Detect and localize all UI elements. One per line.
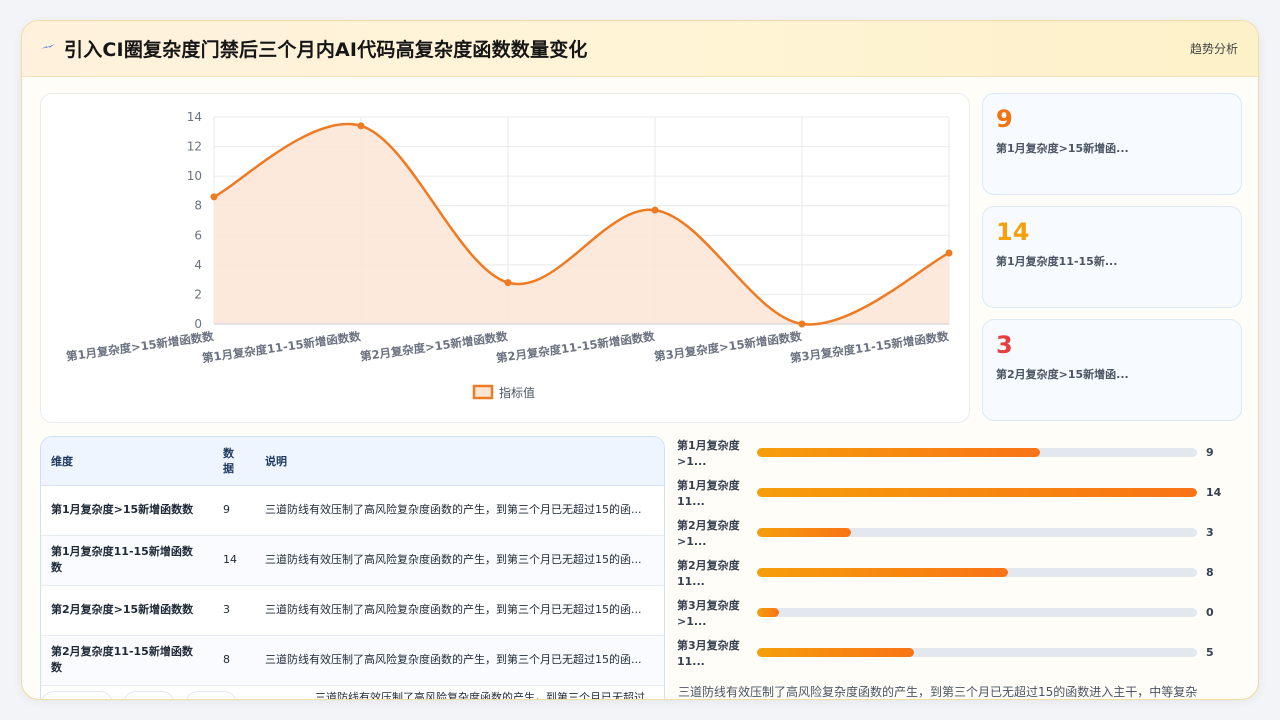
cell-description: 三道防线有效压制了高风险复杂度函数的产生，到第三个月已无超过15的函... <box>255 585 664 636</box>
progress-value: 14 <box>1206 486 1222 499</box>
data-point <box>651 206 659 214</box>
progress-fill <box>757 448 1040 457</box>
line-chart-panel: 0 2 4 6 8 10 12 14 第1月复杂度>15新增函数数 第1月复杂度11-15新增函数… <box>40 93 970 423</box>
data-point <box>945 249 953 257</box>
progress-value: 3 <box>1206 526 1214 539</box>
progress-fill <box>757 648 915 657</box>
stat-value: 9 <box>996 105 1013 133</box>
dashboard-card: 引入CI圈复杂度门禁后三个月内AI代码高复杂度函数数量变化 趋势分析 0 2 4 6 8… <box>21 20 1259 700</box>
x-tick-label: 第3月复杂度11-15新增函数数 <box>789 329 950 365</box>
stat-card: 3 第2月复杂度>15新增函... <box>982 319 1242 421</box>
stat-card: 9 第1月复杂度>15新增函... <box>982 93 1242 195</box>
y-tick-label: 4 <box>194 258 202 272</box>
table-row[interactable]: 第2月复杂度11-15新增函数数 8 三道防线有效压制了高风险复杂度函数的产生，… <box>41 635 664 686</box>
progress-track <box>757 488 1197 497</box>
summary-text: 三道防线有效压制了高风险复杂度函数的产生，到第三个月已无超过15的函数进入主干，… <box>678 685 1198 699</box>
progress-track <box>757 568 1197 577</box>
cell-dimension: 第1月复杂度11-15新增函数数 <box>41 535 213 586</box>
legend-label: 指标值 <box>499 385 535 400</box>
legend-swatch <box>472 384 494 400</box>
progress-label: 第1月复杂度11... <box>677 479 740 508</box>
progress-row: 第1月复杂度>1... 9 <box>677 436 1257 470</box>
header-bar: 引入CI圈复杂度门禁后三个月内AI代码高复杂度函数数量变化 趋势分析 <box>22 21 1258 77</box>
cell-dimension: 第2月复杂度11-15新增函数数 <box>41 635 213 686</box>
progress-value: 9 <box>1206 446 1214 459</box>
progress-value: 5 <box>1206 646 1214 659</box>
progress-row: 第3月复杂度11... 5 <box>677 636 1257 670</box>
progress-track <box>757 608 1197 617</box>
table-header-row: 维度 数 据 说明 <box>41 437 664 486</box>
progress-track <box>757 648 1197 657</box>
table-row[interactable]: 第1月复杂度>15新增函数数 9 三道防线有效压制了高风险复杂度函数的产生，到第… <box>41 485 664 536</box>
y-tick-label: 12 <box>187 140 202 154</box>
progress-label: 第2月复杂度>1... <box>677 519 740 548</box>
pagination-bar: 三道防线有效压制了高风险复杂度函数的产生，到第三个月已无超过15的函... <box>41 691 664 700</box>
progress-list: 第1月复杂度>1... 9 第1月复杂度11... 14 第2月复杂度>1...… <box>677 436 1257 676</box>
progress-row: 第2月复杂度>1... 3 <box>677 516 1257 550</box>
data-point <box>210 193 218 201</box>
pagination-button[interactable] <box>185 691 237 699</box>
page-title: 引入CI圈复杂度门禁后三个月内AI代码高复杂度函数数量变化 <box>64 39 588 61</box>
progress-row: 第2月复杂度11... 8 <box>677 556 1257 590</box>
cell-dimension: 第1月复杂度>15新增函数数 <box>41 485 213 536</box>
pagination-button[interactable] <box>41 691 113 699</box>
x-tick-label: 第2月复杂度>15新增函数数 <box>359 329 509 364</box>
y-tick-label: 2 <box>194 287 202 301</box>
cell-description: 三道防线有效压制了高风险复杂度函数的产生，到第三个月已无超过15的函... <box>255 535 664 586</box>
progress-row: 第3月复杂度>1... 0 <box>677 596 1257 630</box>
table-row[interactable]: 第2月复杂度>15新增函数数 3 三道防线有效压制了高风险复杂度函数的产生，到第… <box>41 585 664 636</box>
column-header-description[interactable]: 说明 <box>255 437 664 486</box>
y-tick-label: 8 <box>194 199 202 213</box>
progress-fill <box>757 568 1009 577</box>
partial-row-text: 三道防线有效压制了高风险复杂度函数的产生，到第三个月已无超过15的函... <box>315 691 645 700</box>
column-header-dimension[interactable]: 维度 <box>41 437 213 486</box>
progress-row: 第1月复杂度11... 14 <box>677 476 1257 510</box>
y-tick-label: 10 <box>187 169 202 183</box>
progress-value: 8 <box>1206 566 1214 579</box>
sparkle-icon <box>41 44 55 49</box>
cell-value: 8 <box>213 635 255 686</box>
data-point <box>357 122 365 130</box>
progress-label: 第2月复杂度11... <box>677 559 740 588</box>
progress-fill <box>757 608 779 617</box>
x-tick-label: 第1月复杂度11-15新增函数数 <box>201 329 362 365</box>
stat-value: 3 <box>996 331 1013 359</box>
x-tick-label: 第3月复杂度>15新增函数数 <box>653 329 803 364</box>
y-tick-label: 14 <box>187 110 202 124</box>
cell-value: 9 <box>213 485 255 536</box>
cell-value: 14 <box>213 535 255 586</box>
trend-analysis-link[interactable]: 趋势分析 <box>1190 40 1238 57</box>
cell-dimension: 第2月复杂度>15新增函数数 <box>41 585 213 636</box>
progress-label: 第3月复杂度11... <box>677 639 740 668</box>
stat-label: 第1月复杂度>15新增函... <box>996 142 1129 155</box>
data-point <box>798 320 806 328</box>
x-tick-label: 第1月复杂度>15新增函数数 <box>65 329 215 364</box>
progress-label: 第1月复杂度>1... <box>677 439 740 468</box>
cell-description: 三道防线有效压制了高风险复杂度函数的产生，到第三个月已无超过15的函... <box>255 635 664 686</box>
y-tick-label: 6 <box>194 228 202 242</box>
pagination-button[interactable] <box>123 691 175 699</box>
data-table: 维度 数 据 说明 第1月复杂度>15新增函数数 9 三道防线有效压制了高风险复… <box>41 437 664 686</box>
x-tick-label: 第2月复杂度11-15新增函数数 <box>495 329 656 365</box>
table-row[interactable]: 第1月复杂度11-15新增函数数 14 三道防线有效压制了高风险复杂度函数的产生… <box>41 535 664 586</box>
stat-label: 第1月复杂度11-15新... <box>996 255 1118 268</box>
column-header-value[interactable]: 数 据 <box>213 437 255 486</box>
area-chart: 0 2 4 6 8 10 12 14 第1月复杂度>15新增函数数第1月复杂度11-15新增函数… <box>65 110 953 400</box>
cell-description: 三道防线有效压制了高风险复杂度函数的产生，到第三个月已无超过15的函... <box>255 485 664 536</box>
data-point <box>504 279 512 287</box>
stat-value: 14 <box>996 218 1030 246</box>
progress-label: 第3月复杂度>1... <box>677 599 740 628</box>
progress-value: 0 <box>1206 606 1214 619</box>
progress-fill <box>757 528 852 537</box>
progress-track <box>757 448 1197 457</box>
stat-label: 第2月复杂度>15新增函... <box>996 368 1129 381</box>
data-table-panel: 维度 数 据 说明 第1月复杂度>15新增函数数 9 三道防线有效压制了高风险复… <box>40 436 665 700</box>
progress-track <box>757 528 1197 537</box>
y-tick-label: 0 <box>194 317 202 331</box>
progress-fill <box>757 488 1197 497</box>
stat-card: 14 第1月复杂度11-15新... <box>982 206 1242 308</box>
cell-value: 3 <box>213 585 255 636</box>
